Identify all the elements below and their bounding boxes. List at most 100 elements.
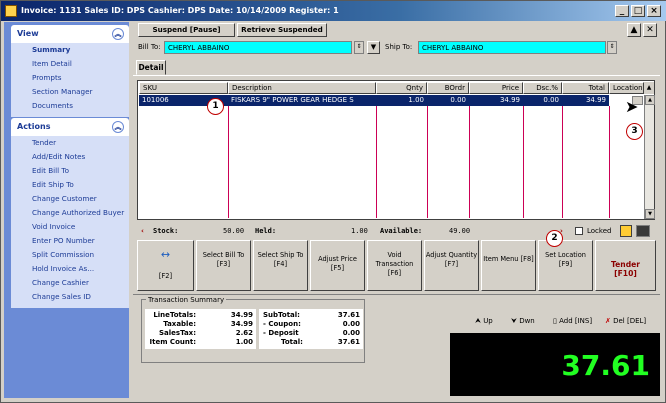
annotation-marker-3: 3: [626, 123, 643, 140]
sort-arrow-icon[interactable]: ▲: [644, 82, 654, 94]
close-panel-button[interactable]: ✕: [643, 23, 657, 37]
row-dsc: 0.00: [543, 96, 559, 104]
annotation-marker-2: 2: [546, 230, 563, 247]
display-icon[interactable]: [636, 225, 650, 237]
subtotal-value: 37.61: [337, 311, 360, 319]
tender-button[interactable]: Tender [F10]: [595, 240, 656, 291]
action-void-invoice[interactable]: Void Invoice: [11, 220, 129, 234]
app-icon: [5, 5, 17, 17]
column-divider: [228, 106, 229, 218]
move-down-button[interactable]: ⮟ Dwn: [511, 317, 535, 326]
actions-section-header[interactable]: Actions ︽: [11, 118, 129, 136]
set-location-button[interactable]: Set Location [F9]: [538, 240, 593, 291]
select-ship-to-button[interactable]: Select Ship To [F4]: [253, 240, 308, 291]
view-section: Summary Item Detail Prompts Section Mana…: [11, 43, 129, 117]
stock-label: Stock:: [153, 227, 179, 235]
add-line-button[interactable]: ▯ Add [INS]: [553, 317, 592, 325]
stock-bar: ‹ Stock: 50.00 Held: 1.00 Available: 49.…: [133, 224, 660, 238]
view-section-header[interactable]: View ︽: [11, 25, 129, 43]
f3-key-label: [F3]: [216, 260, 231, 268]
item-menu-button[interactable]: Item Menu [F8]: [481, 240, 536, 291]
f7-key-label: [F7]: [444, 260, 459, 268]
ship-to-label: Ship To:: [385, 43, 413, 51]
scroll-down-icon[interactable]: ▼: [645, 209, 655, 219]
line-totals-value: 34.99: [230, 311, 253, 319]
column-bordr[interactable]: BOrdr: [427, 82, 469, 94]
action-change-authorized-buyer[interactable]: Change Authorized Buyer: [11, 206, 129, 220]
column-sku[interactable]: SKU: [139, 82, 228, 94]
action-change-sales-id[interactable]: Change Sales ID: [11, 290, 129, 304]
action-change-customer[interactable]: Change Customer: [11, 192, 129, 206]
move-up-button[interactable]: ⮝ Up: [475, 317, 493, 326]
retrieve-suspended-button[interactable]: Retrieve Suspended: [237, 23, 327, 37]
ship-to-field[interactable]: CHERYL ABBAINO: [418, 41, 606, 54]
delete-line-button[interactable]: ✗ Del [DEL]: [605, 317, 646, 325]
minimize-button[interactable]: _: [615, 5, 629, 17]
grid-scrollbar[interactable]: ▲ ▼: [644, 95, 655, 219]
close-button[interactable]: ×: [647, 5, 661, 17]
suspend-button[interactable]: Suspend [Pause]: [138, 23, 235, 37]
del-label: Del [DEL]: [613, 317, 647, 325]
column-qnty[interactable]: Qnty: [376, 82, 427, 94]
column-description[interactable]: Description: [228, 82, 376, 94]
nav-section-manager[interactable]: Section Manager: [11, 85, 129, 99]
action-add-edit-notes[interactable]: Add/Edit Notes: [11, 150, 129, 164]
held-label: Held:: [255, 227, 277, 235]
collapse-view-icon[interactable]: ︽: [112, 28, 124, 40]
item-menu-label: Item Menu: [483, 255, 519, 263]
collapse-actions-icon[interactable]: ︽: [112, 121, 124, 133]
column-dsc[interactable]: Dsc.%: [523, 82, 562, 94]
nav-prompts[interactable]: Prompts: [11, 71, 129, 85]
mouse-cursor-icon: ➤: [625, 97, 639, 116]
column-total[interactable]: Total: [562, 82, 609, 94]
adjust-quantity-button[interactable]: Adjust Quantity [F7]: [424, 240, 479, 291]
stock-value: 50.00: [223, 227, 245, 235]
f4-key-label: [F4]: [273, 260, 288, 268]
bill-to-spinner[interactable]: ⇕: [354, 41, 364, 54]
bill-to-field[interactable]: CHERYL ABBAINO: [164, 41, 352, 54]
title-bar: Invoice: 1131 Sales ID: DPS Cashier: DPS…: [1, 1, 666, 21]
column-location[interactable]: Location: [609, 82, 644, 94]
adjust-quantity-label: Adjust Quantity: [425, 251, 478, 259]
select-bill-to-button[interactable]: Select Bill To [F3]: [196, 240, 251, 291]
deposit-value: 0.00: [342, 329, 360, 337]
total-display: 37.61: [450, 333, 660, 396]
action-edit-ship-to[interactable]: Edit Ship To: [11, 178, 129, 192]
tender-label: Tender: [610, 260, 641, 269]
maximize-button[interactable]: □: [631, 5, 645, 17]
coupon-value: 0.00: [342, 320, 360, 328]
copy-bill-to-ship-to-button[interactable]: ▼: [367, 41, 380, 54]
up-label: Up: [483, 317, 493, 325]
available-label: Available:: [380, 227, 423, 235]
void-transaction-label: Void Transaction: [375, 251, 414, 268]
nav-item-detail[interactable]: Item Detail: [11, 57, 129, 71]
column-price[interactable]: Price: [469, 82, 523, 94]
row-qnty: 1.00: [408, 96, 424, 104]
ship-to-spinner[interactable]: ⇕: [607, 41, 617, 54]
action-split-commission[interactable]: Split Commission: [11, 248, 129, 262]
sales-tax-value: 2.62: [235, 329, 253, 337]
nav-documents[interactable]: Documents: [11, 99, 129, 113]
window-title: Invoice: 1131 Sales ID: DPS Cashier: DPS…: [21, 6, 339, 15]
f2-button[interactable]: ↔ [F2]: [137, 240, 194, 291]
nav-summary[interactable]: Summary: [11, 43, 129, 57]
prev-item-icon[interactable]: ‹: [141, 224, 144, 238]
action-hold-invoice-as[interactable]: Hold Invoice As...: [11, 262, 129, 276]
tab-detail[interactable]: Detail: [136, 60, 166, 75]
f9-key-label: [F9]: [558, 260, 573, 268]
void-transaction-button[interactable]: Void Transaction [F6]: [367, 240, 422, 291]
scroll-up-icon[interactable]: ▲: [645, 95, 655, 105]
collapse-header-button[interactable]: ▲: [627, 23, 641, 37]
column-divider: [376, 106, 377, 218]
locked-checkbox[interactable]: [575, 227, 583, 235]
actions-section: Tender Add/Edit Notes Edit Bill To Edit …: [11, 136, 129, 308]
held-value: 1.00: [351, 227, 368, 235]
action-enter-po-number[interactable]: Enter PO Number: [11, 234, 129, 248]
adjust-price-button[interactable]: Adjust Price [F5]: [310, 240, 365, 291]
action-change-cashier[interactable]: Change Cashier: [11, 276, 129, 290]
action-edit-bill-to[interactable]: Edit Bill To: [11, 164, 129, 178]
action-tender[interactable]: Tender: [11, 136, 129, 150]
taxable-label: Taxable:: [163, 320, 196, 328]
hand-icon[interactable]: [620, 225, 632, 237]
summary-divider: [133, 294, 660, 295]
